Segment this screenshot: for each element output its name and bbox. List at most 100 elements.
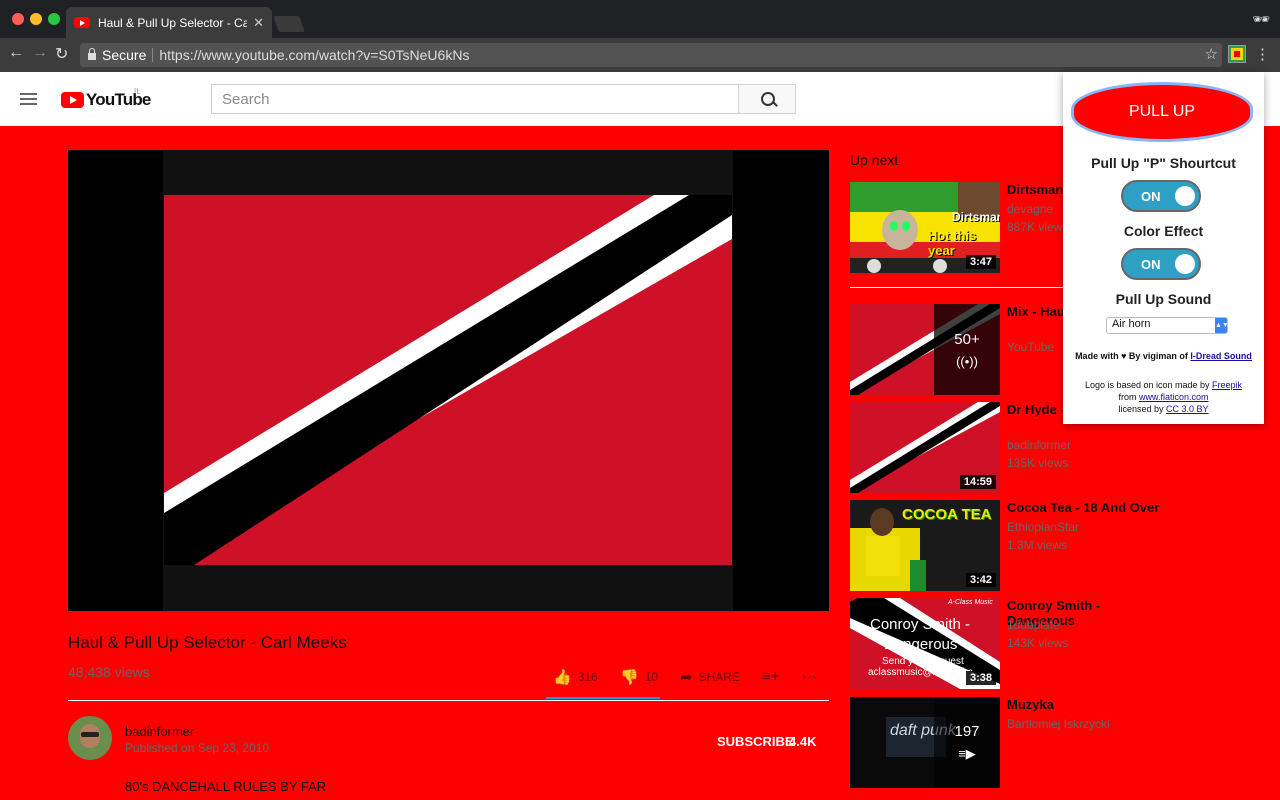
search-input[interactable]: Search — [211, 84, 739, 114]
pull-up-button[interactable]: PULL UP — [1071, 82, 1253, 142]
made-with-text: Made with ♥ By vigiman of — [1075, 351, 1191, 361]
toggle-knob — [1175, 254, 1195, 274]
video-thumbnail[interactable]: COCOA TEA 3:42 — [850, 500, 1000, 591]
share-button[interactable]: ➦ SHARE — [680, 668, 740, 686]
i-dread-sound-link[interactable]: I-Dread Sound — [1190, 351, 1252, 361]
subscribe-button[interactable]: SUBSCRIBE — [717, 734, 794, 749]
thumb-caption: A-Class Music — [948, 599, 993, 606]
section-divider — [68, 700, 829, 701]
thumb-caption: aclassmusic@hotmail.c — [868, 667, 973, 678]
license-link[interactable]: CC 3.0 BY — [1166, 404, 1209, 414]
thumb-caption: COCOA TEA — [902, 506, 992, 523]
view-count: 48,438 views — [68, 664, 150, 680]
thumb-caption: Dangerous — [884, 636, 958, 653]
country-code: IL — [134, 87, 141, 96]
video-title: Haul & Pull Up Selector - Carl Meeks — [68, 633, 347, 652]
made-with-credit: Made with ♥ By vigiman of I-Dread Sound — [1063, 351, 1264, 361]
new-tab-button[interactable] — [273, 16, 305, 32]
video-duration: 3:47 — [965, 255, 996, 269]
minimize-window-button[interactable] — [30, 13, 42, 25]
channel-name: YouTube — [1007, 340, 1055, 354]
browser-menu-icon[interactable]: ⋮ — [1255, 45, 1270, 63]
select-arrows-icon: ▲▼ — [1215, 318, 1229, 333]
list-item[interactable]: COCOA TEA 3:42 Cocoa Tea - 18 And Over E… — [850, 500, 1280, 592]
add-to-playlist-button[interactable]: ≡+ — [762, 668, 780, 685]
view-count: 143K views — [1007, 636, 1069, 650]
trinidad-flag-video-frame — [164, 195, 732, 565]
color-toggle-state: ON — [1141, 257, 1161, 272]
youtube-logo[interactable]: YouTube IL — [61, 87, 151, 110]
playlist-count: 197 — [954, 723, 980, 740]
youtube-play-icon — [61, 92, 84, 108]
sound-selected-value: Air horn — [1112, 318, 1151, 330]
thumb-caption: Conroy Smith - — [870, 616, 971, 633]
video-thumbnail[interactable]: Dirtsman Hot this year 3:47 — [850, 182, 1000, 273]
more-actions-button[interactable]: ⋯ — [802, 668, 817, 686]
playlist-icon: ≡▶ — [958, 746, 976, 761]
playlist-add-icon: ≡+ — [762, 668, 780, 685]
video-thumbnail[interactable]: A-Class Music Conroy Smith - Dangerous S… — [850, 598, 1000, 689]
bookmark-star-icon[interactable]: ☆ — [1205, 45, 1218, 63]
video-thumbnail[interactable]: 14:59 — [850, 402, 1000, 493]
logo-credit-text: Logo is based on icon made by — [1084, 380, 1213, 390]
freepik-link[interactable]: Freepik — [1212, 380, 1242, 390]
close-window-button[interactable] — [12, 13, 24, 25]
like-button[interactable]: 👍 316 — [553, 668, 598, 686]
shortcut-toggle-state: ON — [1141, 189, 1161, 204]
secure-label: Secure — [102, 47, 147, 63]
video-thumbnail[interactable]: daft punk 197 ≡▶ — [850, 697, 1000, 788]
video-thumbnail[interactable]: 50+ ((•)) — [850, 304, 1000, 395]
video-title[interactable]: Muzyka — [1007, 697, 1163, 712]
thumb-caption: Hot this year — [928, 228, 977, 258]
reload-icon[interactable]: ↻ — [55, 44, 68, 64]
radio-waves-icon: ((•)) — [956, 353, 978, 369]
tab-title: Haul & Pull Up Selector - Carl — [98, 15, 248, 30]
view-count: 887K views — [1007, 220, 1069, 234]
playlist-count: 50+ — [954, 330, 980, 348]
channel-avatar[interactable] — [68, 716, 112, 760]
autoplay-separator — [850, 287, 1064, 288]
video-duration: 3:42 — [965, 573, 996, 587]
up-next-heading: Up next — [850, 152, 899, 168]
pull-up-extension-popup: PULL UP Pull Up "P" Shourtcut ON Color E… — [1063, 72, 1264, 424]
channel-name: devagne — [1007, 202, 1054, 216]
logo-credit: Logo is based on icon made by Freepik fr… — [1063, 379, 1264, 415]
more-dots-icon: ⋯ — [802, 669, 817, 686]
subscriber-count: 4.4K — [789, 734, 817, 749]
video-title[interactable]: Cocoa Tea - 18 And Over — [1007, 500, 1163, 515]
share-arrow-icon: ➦ — [680, 669, 693, 686]
browser-tab[interactable]: Haul & Pull Up Selector - Carl ✕ — [66, 7, 272, 38]
hamburger-menu-icon[interactable] — [20, 93, 37, 105]
dislike-button[interactable]: 👎 10 — [620, 668, 658, 686]
sound-select[interactable]: Air horn ▲▼ — [1106, 317, 1229, 334]
address-bar[interactable]: Secure https://www.youtube.com/watch?v=S… — [80, 43, 1222, 67]
url-text[interactable]: https://www.youtube.com/watch?v=S0TsNeU6… — [159, 47, 469, 63]
view-count: 1.3M views — [1007, 538, 1068, 552]
back-arrow-icon[interactable]: ← — [8, 44, 24, 62]
list-item[interactable]: daft punk 197 ≡▶ Muzyka Bartłomiej Iskrz… — [850, 697, 1280, 789]
channel-name[interactable]: badinformer — [125, 724, 194, 739]
channel-name: Bartłomiej Iskrzycki — [1007, 717, 1110, 731]
toggle-knob — [1175, 186, 1195, 206]
share-label: SHARE — [698, 670, 740, 684]
search-button[interactable] — [738, 84, 796, 114]
shortcut-toggle[interactable]: ON — [1121, 180, 1201, 212]
channel-name: EthiopianStar — [1007, 520, 1080, 534]
maximize-window-button[interactable] — [48, 13, 60, 25]
list-item[interactable]: A-Class Music Conroy Smith - Dangerous S… — [850, 598, 1280, 690]
incognito-icon: 🕶 — [1252, 11, 1270, 27]
channel-name: 1dubplate — [1007, 618, 1060, 632]
color-effect-toggle[interactable]: ON — [1121, 248, 1201, 280]
pull-up-extension-icon[interactable] — [1228, 45, 1246, 63]
tab-close-icon[interactable]: ✕ — [253, 15, 264, 31]
browser-titlebar: Haul & Pull Up Selector - Carl ✕ 🕶 — [0, 0, 1280, 38]
omnibox-separator — [152, 48, 154, 62]
playlist-overlay: 197 ≡▶ — [934, 697, 1000, 788]
forward-arrow-icon[interactable]: → — [32, 44, 48, 62]
view-count: 135K views — [1007, 456, 1069, 470]
thumbs-down-icon: 👎 — [620, 669, 639, 686]
thumbs-up-icon: 👍 — [553, 669, 572, 686]
channel-name: badinformer — [1007, 438, 1072, 452]
flaticon-link[interactable]: www.flaticon.com — [1139, 392, 1209, 402]
browser-toolbar: ← → ↻ Secure https://www.youtube.com/wat… — [0, 38, 1280, 72]
